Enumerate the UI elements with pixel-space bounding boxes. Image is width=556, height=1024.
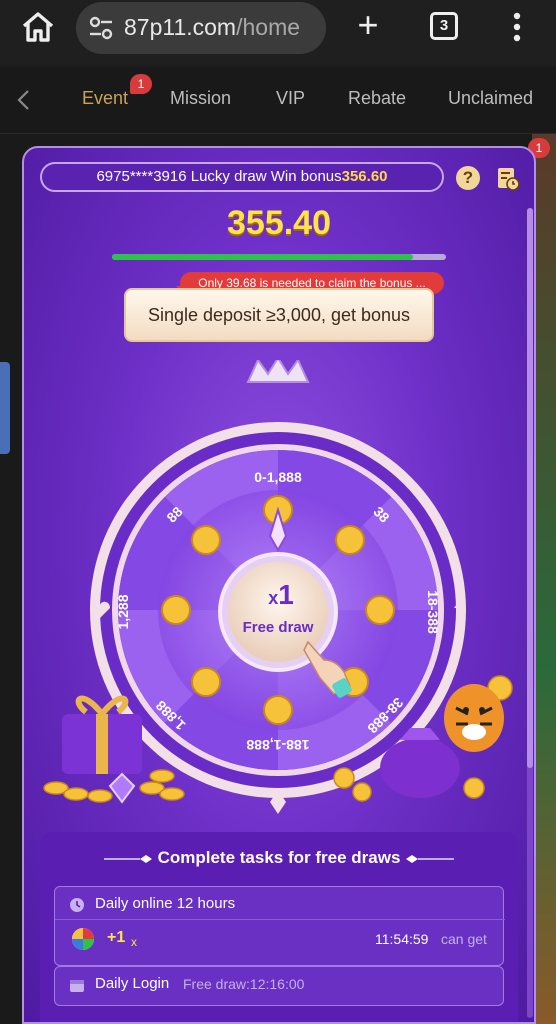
wheel-crown-icon <box>246 360 310 383</box>
winner-marquee: 6975****3916 Lucky draw Win bonus356.60 <box>40 162 444 192</box>
gift-coins-decoration <box>43 695 185 804</box>
tab-unclaimed[interactable]: Unclaimed <box>448 88 533 109</box>
event-badge: 1 <box>130 74 152 94</box>
tiger-coins-decoration <box>333 675 513 802</box>
tasks-panel: Complete tasks for free draws Daily onli… <box>40 832 518 1022</box>
multiplier-x: x <box>268 588 278 608</box>
bonus-progress-fill <box>112 254 413 260</box>
bonus-progress-bar <box>112 254 446 260</box>
marquee-amount: 356.60 <box>341 168 388 185</box>
segment-label-0: 0-1,888 <box>254 469 302 485</box>
title-right-ornament <box>406 855 454 863</box>
modal-scroll-thumb[interactable] <box>527 208 533 768</box>
background-card-edge <box>0 362 10 454</box>
marquee-text: 6975****3916 Lucky draw Win bonus <box>96 168 342 185</box>
clock-icon <box>70 898 84 912</box>
task-label: Daily Login <box>95 975 170 992</box>
reward-x: x <box>131 935 137 949</box>
mini-wheel-icon <box>72 928 94 950</box>
site-settings-icon[interactable] <box>88 16 114 40</box>
url-domain: 87p11.com <box>124 14 237 40</box>
calendar-icon <box>70 980 84 992</box>
deposit-bonus-button[interactable]: Single deposit ≥3,000, get bonus <box>124 288 434 342</box>
tab-event[interactable]: Event <box>82 88 128 109</box>
home-icon[interactable] <box>18 10 58 44</box>
more-menu-icon[interactable] <box>505 10 529 44</box>
task-timer: 11:54:59 <box>375 931 429 947</box>
bonus-amount: 355.40 <box>227 204 331 242</box>
address-bar[interactable]: 87p11.com/home <box>76 2 326 54</box>
task-daily-login[interactable]: Daily Login Free draw:12:16:00 <box>54 966 504 1006</box>
task-status[interactable]: can get <box>441 931 487 947</box>
back-chevron-icon[interactable] <box>14 88 34 112</box>
tab-vip[interactable]: VIP <box>276 88 305 109</box>
history-record-icon[interactable] <box>496 166 520 192</box>
task-label: Daily online 12 hours <box>95 895 236 912</box>
segment-label-6: 1,288 <box>115 594 131 629</box>
segment-label-2: 18-388 <box>425 590 441 634</box>
background-left <box>0 134 24 1024</box>
segment-label-4: 188-1,888 <box>246 737 309 753</box>
tab-switcher-button[interactable]: 3 <box>430 12 458 40</box>
help-button[interactable]: ? <box>456 166 480 190</box>
task-note: Free draw:12:16:00 <box>183 976 305 992</box>
event-tab-bar: Event 1 Mission VIP Rebate Unclaimed <box>0 68 556 134</box>
task-online-12h[interactable]: Daily online 12 hours +1 x 11:54:59 can … <box>54 886 505 966</box>
reward-value: +1 <box>107 929 126 946</box>
lucky-draw-modal: 6975****3916 Lucky draw Win bonus356.60 … <box>22 146 536 1024</box>
task-divider <box>55 919 505 920</box>
multiplier-value: 1 <box>278 579 294 610</box>
new-tab-button[interactable]: + <box>350 7 386 44</box>
free-draw-label: Free draw <box>243 619 314 636</box>
tab-rebate[interactable]: Rebate <box>348 88 406 109</box>
browser-toolbar: 87p11.com/home + 3 <box>0 0 556 66</box>
url-text[interactable]: 87p11.com/home <box>124 14 300 41</box>
tab-mission[interactable]: Mission <box>170 88 231 109</box>
url-path: /home <box>236 14 301 40</box>
